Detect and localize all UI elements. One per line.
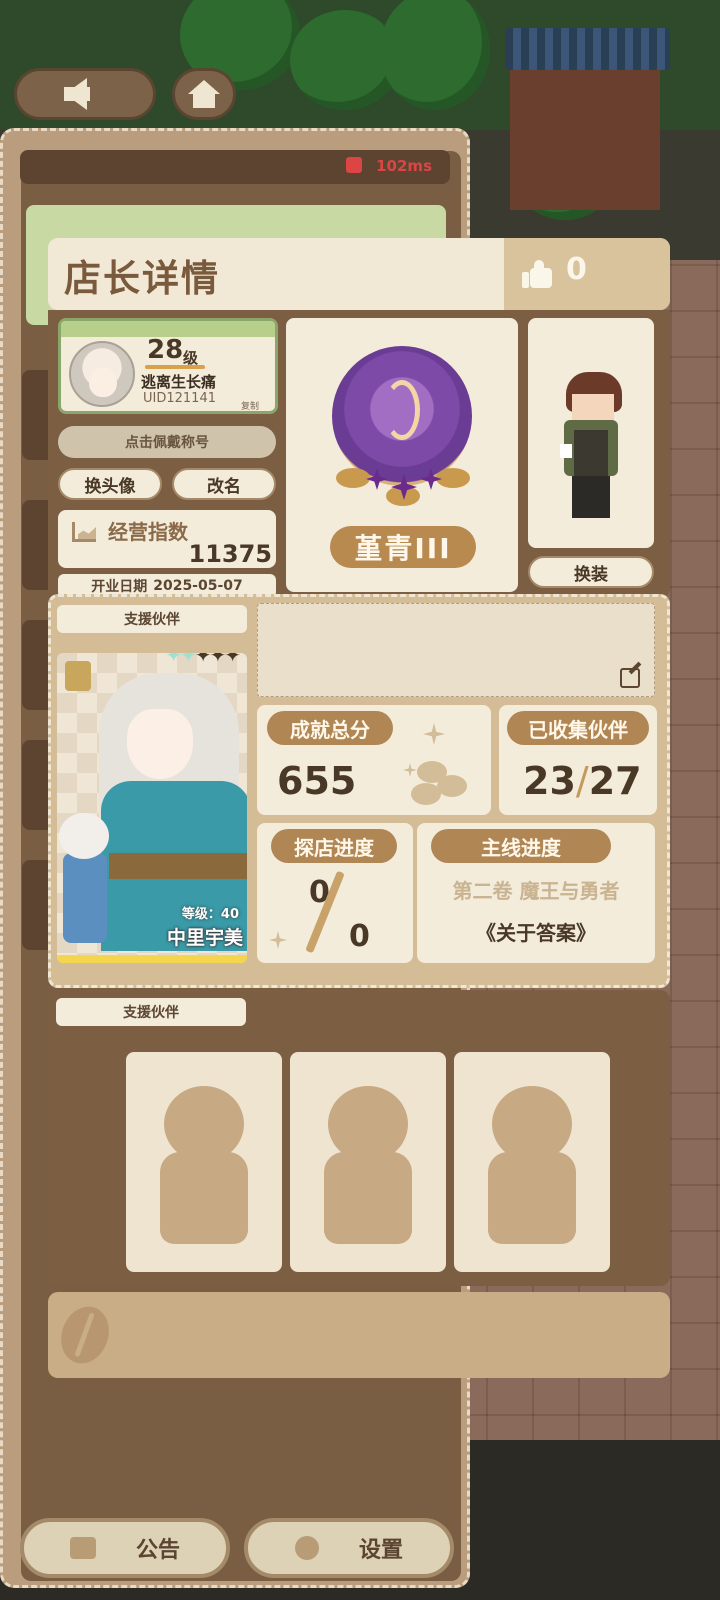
person-silhouette-icon [160,1152,248,1244]
main-story-volume: 第二卷 魔王与勇者 [452,879,620,903]
change-avatar-button[interactable]: 换头像 [58,468,162,500]
support-team-section: 支援伙伴 [48,990,670,1286]
explore-card: 探店进度 0 0 [257,823,413,963]
sparkle-icon [423,723,445,745]
business-index-card: 经营指数 11375 [58,510,276,568]
coffee-bean-icon [53,1299,117,1371]
achievement-value: 655 [277,759,357,803]
achievement-card: 成就总分 655 [257,705,491,815]
profile-section: 28 级 逃离生长痛 UID121141 复制 点击佩戴称号 换头像 改名 经营… [48,310,670,598]
wear-title-button[interactable]: 点击佩戴称号 [58,426,276,458]
rename-button[interactable]: 改名 [172,468,276,500]
partner-level: 等级：40 [181,907,239,922]
rank-emblem-icon [332,346,472,486]
copy-uid-button[interactable]: 复制 [241,399,259,412]
partner-name: 中里宇美 [166,927,243,949]
home-icon [188,80,220,94]
empty-partner-slot[interactable] [290,1052,446,1272]
player-name: 逃离生长痛 [141,373,217,391]
collected-count: 23/27 [523,759,642,803]
ping-value: 102ms [376,157,432,175]
briefcase-icon [69,1537,96,1559]
business-index-label: 经营指数 [108,520,188,544]
element-icon [65,661,91,691]
coffee-bean-icon [411,783,441,805]
explore-label: 探店进度 [271,829,397,863]
network-status-bar: 102ms [20,150,450,184]
sparkle-icon [403,763,417,777]
person-silhouette-icon [324,1152,412,1244]
gear-icon [294,1536,319,1560]
edit-icon[interactable] [620,668,640,688]
rank-card[interactable]: 堇青III [286,318,518,592]
manager-sprite [558,372,624,522]
open-date-label: 开业日期 [91,579,148,595]
like-button[interactable]: 0 [504,238,670,310]
signal-icon [346,157,362,173]
explore-total: 0 [349,919,370,954]
shop-awning [505,28,670,70]
shop-wall [510,70,660,210]
back-button[interactable] [14,68,156,120]
player-uid: UID121141 [143,391,216,406]
partner-stars: ✦✦✦✦✦ [165,653,241,667]
coffee-bean-icon [437,775,467,797]
character-preview [528,318,654,548]
rank-name: 堇青III [330,526,476,568]
settings-button[interactable]: 设置 [244,1518,454,1578]
like-count: 0 [566,252,587,287]
achievement-label: 成就总分 [267,711,393,745]
main-story-chapter: 《关于答案》 [476,921,596,945]
main-story-label: 主线进度 [431,829,611,863]
profile-card: 28 级 逃离生长痛 UID121141 复制 [58,318,278,414]
notice-button[interactable]: 公告 [20,1518,230,1578]
support-partner-card[interactable]: ✦✦✦✦✦ 等级：40 中里宇美 [57,653,247,963]
sparkle-icon [269,931,287,949]
change-outfit-button[interactable]: 换装 [528,556,654,588]
support-team-tag: 支援伙伴 [56,998,246,1026]
empty-partner-slot[interactable] [454,1052,610,1272]
manager-details-modal: 店长详情 0 28 级 逃离生长痛 UID121141 复制 点击佩戴称号 换头… [48,238,670,1398]
avatar[interactable] [69,341,135,407]
chart-icon [72,522,96,542]
player-level: 28 [147,335,184,365]
settings-label: 设置 [358,1538,403,1563]
notice-label: 公告 [135,1538,180,1563]
modal-title: 店长详情 [64,257,220,300]
footer-strip [48,1292,670,1378]
support-stats-section: 支援伙伴 ✦✦✦✦✦ 等级：40 中里宇美 成就总分 655 已收集伙伴 23/… [48,594,670,988]
collected-label: 已收集伙伴 [507,711,649,745]
main-story-card: 主线进度 第二卷 魔王与勇者 《关于答案》 [417,823,655,963]
message-box[interactable] [257,603,655,697]
open-date-value: 2025-05-07 [153,578,243,594]
support-partner-tag: 支援伙伴 [57,605,247,633]
business-index-value: 11375 [188,540,273,568]
person-silhouette-icon [488,1152,576,1244]
thumbs-up-icon [522,260,552,288]
modal-header: 店长详情 0 [48,238,670,310]
home-button[interactable] [172,68,236,120]
empty-partner-slot[interactable] [126,1052,282,1272]
collection-card: 已收集伙伴 23/27 [499,705,657,815]
